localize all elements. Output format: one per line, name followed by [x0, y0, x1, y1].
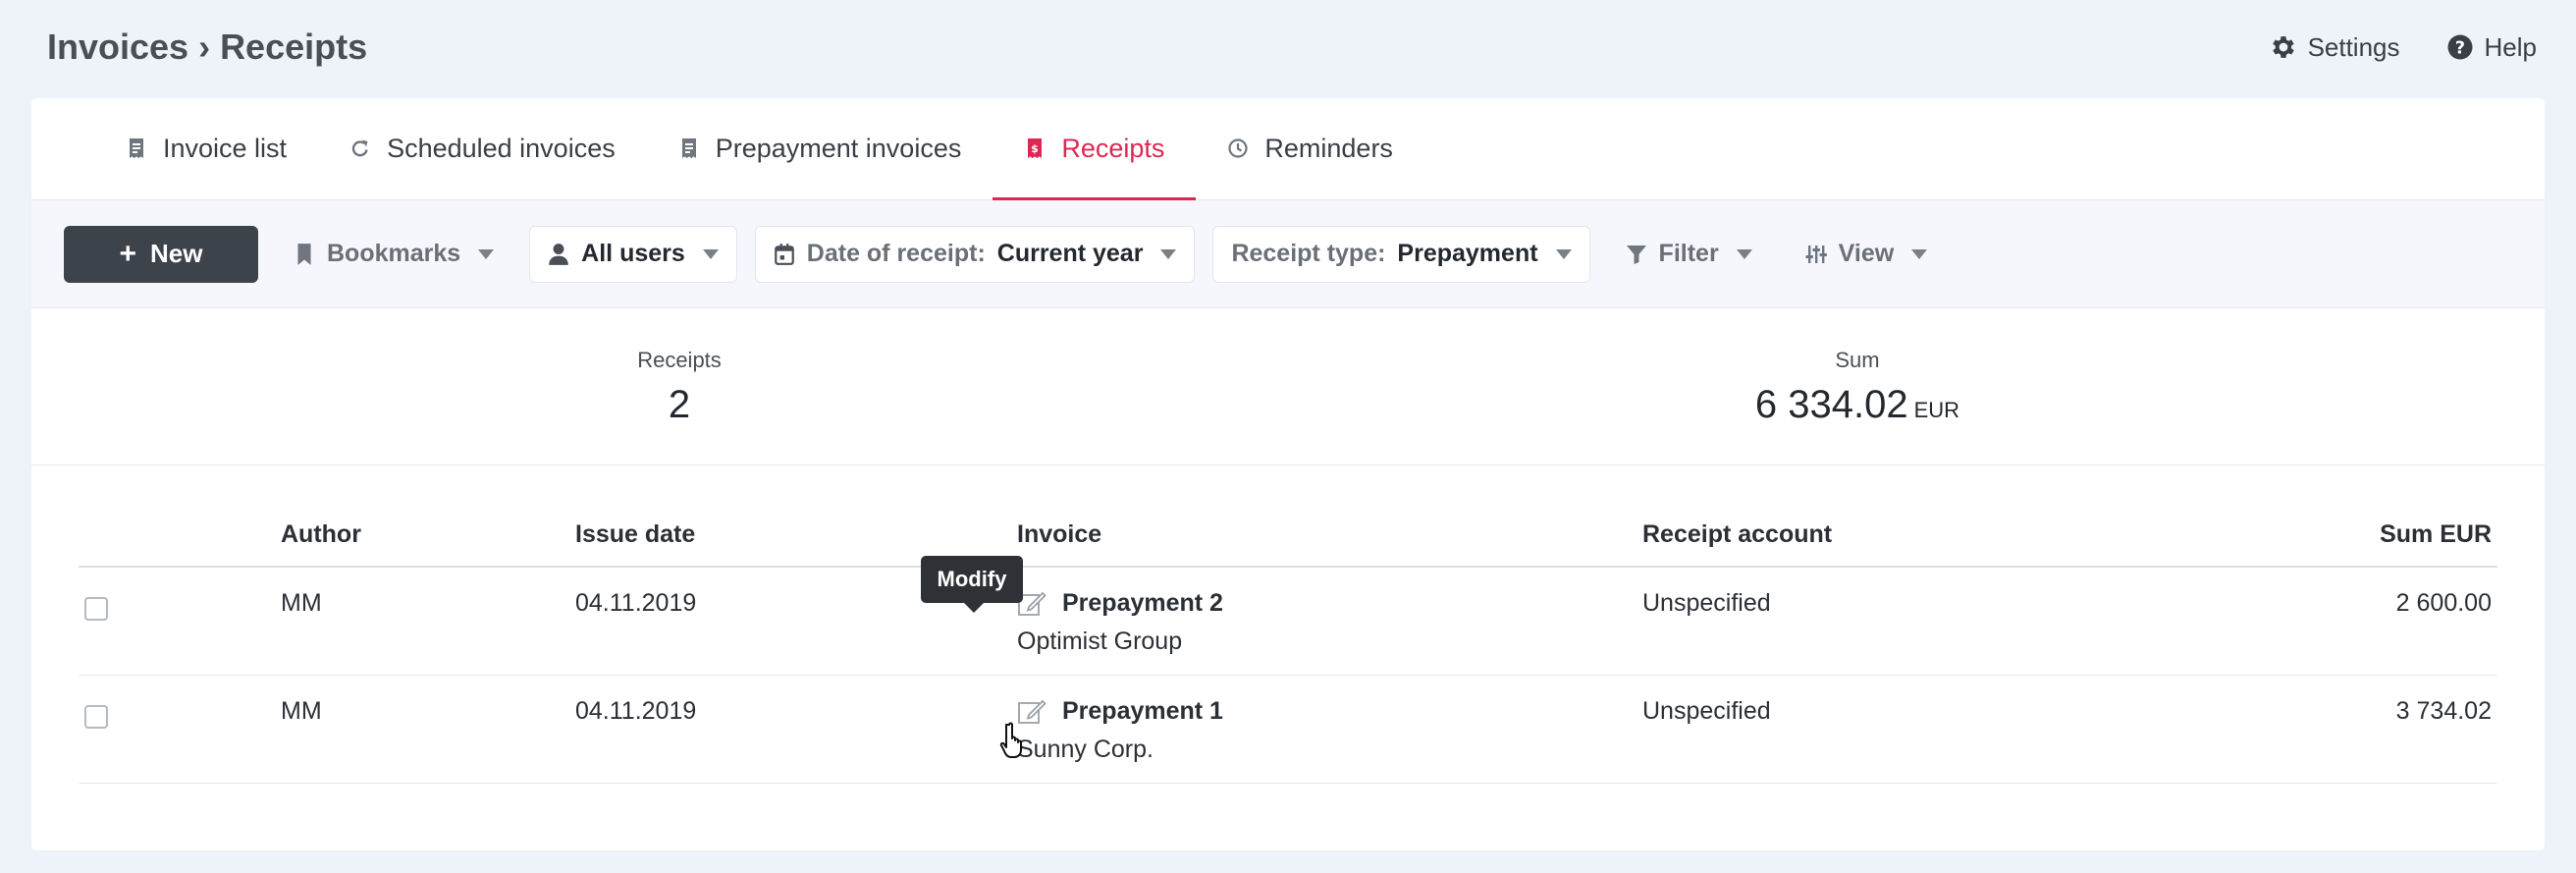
receipt-account-cell: Unspecified [1642, 589, 1771, 617]
toolbar: + New Bookmarks All users Date of receip… [31, 200, 2545, 308]
invoice-link[interactable]: Prepayment 1 [1062, 697, 1223, 726]
clock-icon [1228, 138, 1248, 158]
issue-date-cell: 04.11.2019 [575, 589, 697, 617]
caret-down-icon [1555, 248, 1572, 259]
client-name: Sunny Corp. [1017, 736, 1154, 763]
top-bar: Invoices › Receipts Settings ? Help [47, 22, 2537, 73]
receipt-type-value: Prepayment [1397, 240, 1538, 267]
invoice-title: Prepayment 1 [1017, 697, 1223, 726]
hand-cursor-icon [999, 722, 1022, 758]
row-checkbox[interactable] [84, 597, 108, 621]
date-filter-label: Date of receipt: [806, 240, 986, 267]
author-cell: MM [281, 589, 322, 617]
caret-down-icon [1160, 248, 1177, 259]
column-issue-date[interactable]: Issue date [575, 520, 695, 549]
modify-tooltip: Modify [921, 556, 1023, 613]
tab-prepayment-invoices[interactable]: Prepayment invoices [647, 97, 993, 199]
sum-cell: 3 734.02 [2395, 697, 2492, 725]
sum-block: Sum 6 334.02 EUR [1710, 348, 2005, 427]
new-button[interactable]: + New [64, 225, 258, 283]
receipt-account-cell: Unspecified [1642, 697, 1771, 725]
help-icon: ? [2447, 34, 2473, 60]
date-filter-value: Current year [996, 240, 1144, 267]
tab-label: Receipts [1061, 133, 1165, 163]
tab-invoice-list[interactable]: Invoice list [94, 97, 318, 199]
users-label: All users [581, 240, 685, 267]
client-name: Optimist Group [1017, 627, 1183, 655]
tab-label: Prepayment invoices [715, 133, 962, 163]
column-sum[interactable]: Sum EUR [2380, 520, 2492, 549]
view-dropdown[interactable]: View [1788, 226, 1946, 283]
main-card: Invoice list Scheduled invoices Prepayme… [31, 98, 2545, 850]
tab-receipts[interactable]: $ Receipts [993, 97, 1197, 200]
bookmarks-label: Bookmarks [327, 240, 461, 267]
invoice-icon [681, 138, 696, 158]
receipts-count-label: Receipts [637, 348, 722, 372]
svg-text:$: $ [1032, 142, 1040, 155]
row-checkbox[interactable] [84, 705, 108, 729]
filter-label: Filter [1658, 240, 1719, 267]
invoice-icon [130, 138, 143, 158]
receipts-table: Author Issue date Invoice Receipt accoun… [79, 509, 2497, 784]
invoice-title: Prepayment 2 [1017, 589, 1223, 618]
summary-panel: Receipts 2 Sum 6 334.02 EUR [31, 308, 2545, 465]
help-button[interactable]: ? Help [2445, 32, 2537, 63]
column-author[interactable]: Author [281, 520, 361, 549]
tab-scheduled-invoices[interactable]: Scheduled invoices [318, 97, 647, 199]
bookmarks-dropdown[interactable]: Bookmarks [276, 226, 511, 283]
top-actions: Settings ? Help [2269, 32, 2537, 63]
receipts-count-block: Receipts 2 [601, 348, 758, 427]
table-row[interactable]: MM 04.11.2019 Prepayment 1 Sunny Corp. U… [79, 676, 2497, 784]
caret-down-icon [702, 248, 719, 259]
invoice-cell: Prepayment 1 Sunny Corp. [1017, 697, 1223, 764]
svg-text:?: ? [2454, 38, 2464, 58]
new-button-label: New [150, 239, 203, 268]
sum-cell: 2 600.00 [2395, 589, 2492, 617]
tab-label: Reminders [1264, 133, 1393, 163]
refresh-icon [351, 139, 368, 157]
tab-reminders[interactable]: Reminders [1196, 97, 1424, 199]
tab-label: Scheduled invoices [387, 133, 616, 163]
tab-label: Invoice list [163, 133, 288, 163]
invoice-cell: Prepayment 2 Optimist Group [1017, 589, 1223, 656]
sum-value-line: 6 334.02 EUR [1710, 383, 2005, 427]
issue-date-cell: 04.11.2019 [575, 697, 697, 725]
receipt-type-label: Receipt type: [1231, 240, 1386, 267]
page-title: Invoices › Receipts [47, 27, 368, 67]
gear-icon [2272, 36, 2294, 58]
calendar-icon [774, 243, 794, 265]
table-header: Author Issue date Invoice Receipt accoun… [79, 509, 2497, 568]
filter-dropdown[interactable]: Filter [1608, 226, 1770, 283]
settings-button[interactable]: Settings [2269, 32, 2400, 63]
sum-label: Sum [1835, 348, 1880, 372]
column-receipt-account[interactable]: Receipt account [1642, 520, 1832, 549]
settings-label: Settings [2307, 31, 2400, 62]
caret-down-icon [1911, 248, 1928, 259]
plus-icon: + [119, 237, 137, 270]
date-filter-dropdown[interactable]: Date of receipt: Current year [754, 225, 1196, 283]
bookmark-icon [297, 243, 311, 265]
funnel-icon [1626, 245, 1646, 264]
column-invoice[interactable]: Invoice [1017, 520, 1101, 549]
tab-bar: Invoice list Scheduled invoices Prepayme… [31, 98, 2545, 200]
caret-down-icon [478, 248, 495, 259]
table-row[interactable]: MM 04.11.2019 Prepayment 2 Optimist Grou… [79, 568, 2497, 676]
author-cell: MM [281, 697, 322, 725]
sliders-icon [1805, 245, 1827, 263]
sum-unit: EUR [1913, 398, 1960, 422]
receipt-icon: $ [1028, 138, 1043, 158]
help-label: Help [2484, 31, 2537, 62]
view-label: View [1838, 240, 1895, 267]
invoice-link[interactable]: Prepayment 2 [1062, 589, 1223, 618]
user-icon [549, 243, 568, 265]
users-dropdown[interactable]: All users [529, 225, 737, 283]
caret-down-icon [1736, 248, 1752, 259]
receipts-count-value: 2 [668, 383, 691, 426]
sum-value: 6 334.02 [1754, 383, 1908, 426]
receipt-type-dropdown[interactable]: Receipt type: Prepayment [1212, 225, 1590, 283]
